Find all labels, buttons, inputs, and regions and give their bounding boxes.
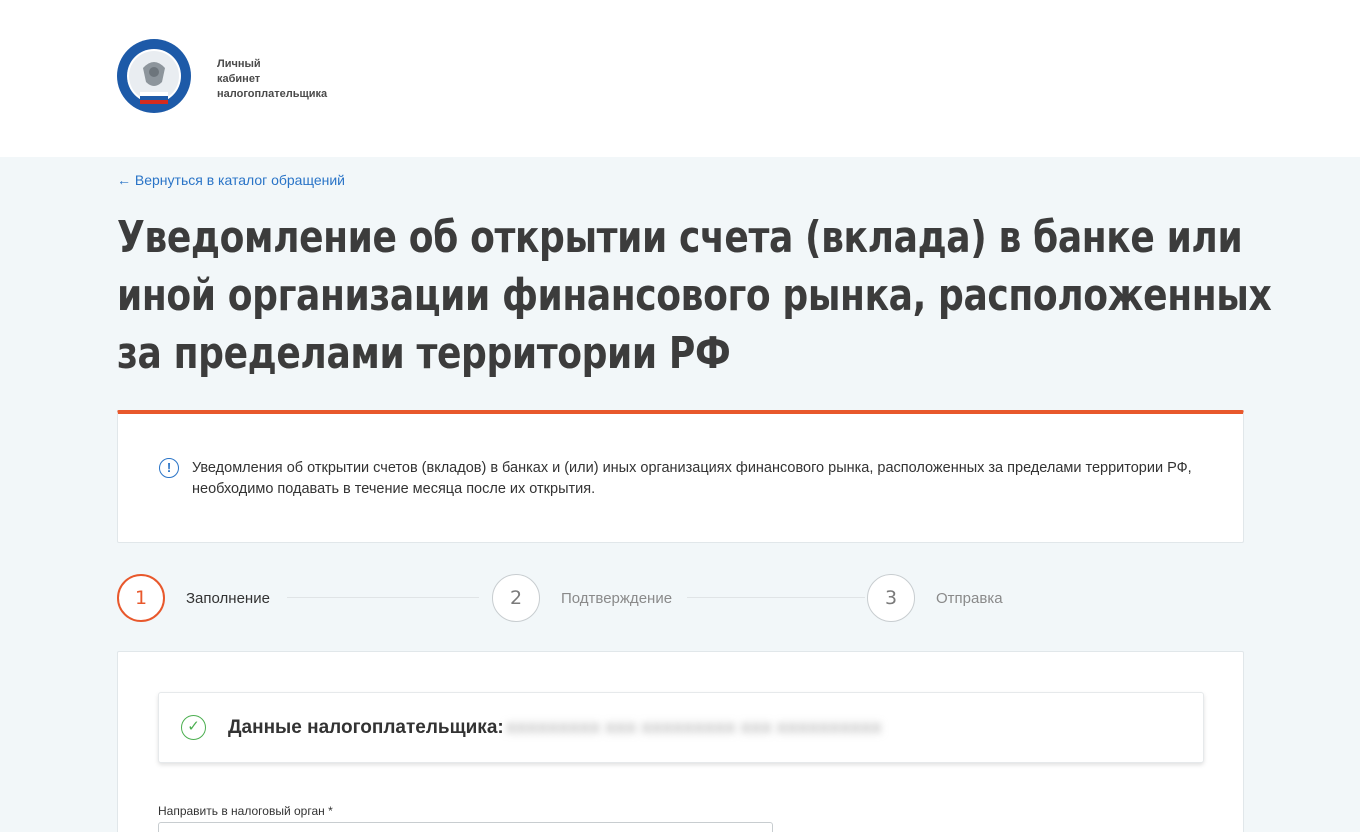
- step-number: 3: [867, 574, 915, 622]
- step-filling: 1 Заполнение: [117, 573, 270, 623]
- back-to-catalog-link[interactable]: ← Вернуться в каталог обращений: [117, 172, 345, 188]
- step-number: 2: [492, 574, 540, 622]
- tax-authority-label: Направить в налоговый орган *: [158, 804, 333, 818]
- check-circle-icon: ✓: [181, 715, 206, 740]
- form-card: ✓ Данные налогоплательщика: ХХХХХХХХХ ХХ…: [117, 651, 1244, 832]
- taxpayer-name-blurred: ХХХХХХХХХ ХХХ ХХХХХХХХХ ХХХ ХХХХХХХХХХ: [506, 720, 882, 737]
- step-connector: [287, 597, 479, 598]
- taxpayer-label: Данные налогоплательщика:: [228, 717, 504, 738]
- logo-caption: Личный кабинет налогоплательщика: [217, 57, 327, 102]
- logo-line: Личный: [217, 58, 261, 70]
- fns-logo[interactable]: [116, 38, 192, 114]
- notice-text: Уведомления об открытии счетов (вкладов)…: [192, 460, 1192, 497]
- step-confirmation: 2 Подтверждение: [492, 573, 672, 623]
- page-title: Уведомление об открытии счета (вклада) в…: [117, 212, 1272, 379]
- tax-authority-select[interactable]: [158, 822, 773, 832]
- step-label: Отправка: [936, 589, 1003, 607]
- logo-line: налогоплательщика: [217, 88, 328, 100]
- info-notice: ! Уведомления об открытии счетов (вкладо…: [117, 410, 1244, 543]
- step-sending: 3 Отправка: [867, 573, 1003, 623]
- step-connector: [687, 597, 865, 598]
- site-header: Личный кабинет налогоплательщика: [0, 0, 1360, 157]
- step-number: 1: [117, 574, 165, 622]
- step-label: Заполнение: [186, 589, 270, 607]
- step-label: Подтверждение: [561, 589, 673, 607]
- logo-line: кабинет: [217, 73, 261, 85]
- progress-steps: 1 Заполнение 2 Подтверждение 3 Отправка: [117, 573, 1244, 623]
- taxpayer-data-panel[interactable]: ✓ Данные налогоплательщика: ХХХХХХХХХ ХХ…: [158, 692, 1204, 763]
- info-icon: !: [159, 458, 179, 478]
